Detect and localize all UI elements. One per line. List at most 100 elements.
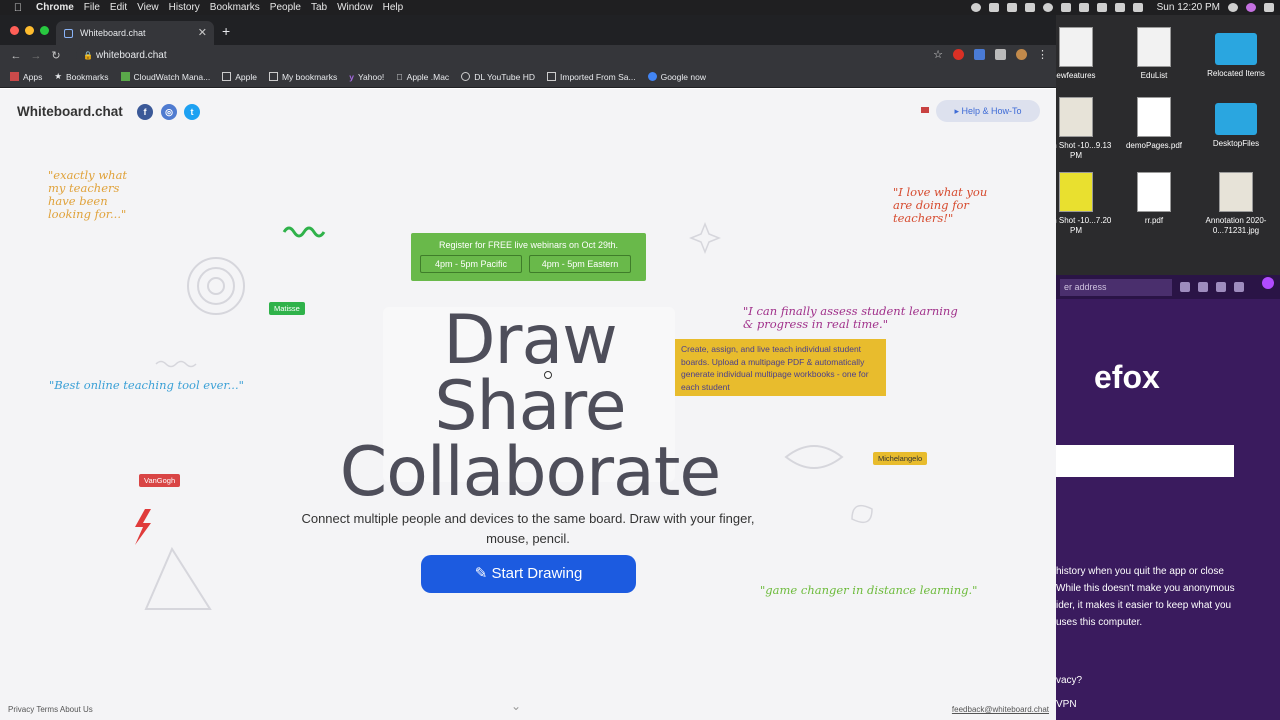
pdf-icon bbox=[1137, 97, 1171, 137]
extension-translate-icon[interactable] bbox=[974, 49, 985, 60]
time-machine-icon[interactable] bbox=[1042, 3, 1053, 12]
minimize-window-button[interactable] bbox=[25, 26, 34, 35]
download-icon bbox=[461, 72, 471, 81]
bluetooth-icon[interactable] bbox=[1060, 3, 1071, 12]
cloud-icon[interactable] bbox=[1006, 3, 1017, 12]
bookmark-apple[interactable]: Apple bbox=[222, 72, 257, 82]
control-center-icon[interactable] bbox=[1264, 3, 1274, 12]
start-drawing-button[interactable]: ✎ Start Drawing bbox=[421, 555, 636, 593]
folder-icon bbox=[222, 72, 232, 81]
hero-subtext: Connect multiple people and devices to t… bbox=[301, 511, 755, 546]
menu-people[interactable]: People bbox=[270, 2, 309, 13]
bookmark-apps[interactable]: Apps bbox=[10, 72, 42, 82]
browser-menu-icon[interactable]: ⋮ bbox=[1037, 48, 1048, 61]
bookmark-star-icon[interactable]: ☆ bbox=[933, 48, 943, 61]
bookmark-bookmarks[interactable]: ★ Bookmarks bbox=[54, 71, 108, 82]
bookmark-yahoo[interactable]: y Yahoo! bbox=[349, 72, 384, 83]
firefox-search-input[interactable] bbox=[1056, 445, 1234, 477]
menu-window[interactable]: Window bbox=[337, 2, 381, 13]
library-icon[interactable] bbox=[1180, 282, 1190, 292]
spiral-doodle-icon bbox=[187, 257, 245, 315]
menu-view[interactable]: View bbox=[137, 2, 167, 13]
desktop-folder-icon[interactable]: DesktopFiles bbox=[1196, 97, 1276, 149]
new-tab-plus-icon[interactable]: + bbox=[222, 23, 230, 39]
bookmark-my-bookmarks[interactable]: My bookmarks bbox=[268, 72, 337, 82]
testimonial-quote: "Best online teaching tool ever..." bbox=[49, 378, 244, 392]
cursor-tag-michelangelo: Michelangelo bbox=[873, 452, 928, 465]
folder-icon bbox=[1215, 33, 1257, 65]
lightning-icon bbox=[135, 509, 151, 545]
menu-tab[interactable]: Tab bbox=[311, 2, 335, 13]
apple-menu-icon[interactable]:  bbox=[0, 2, 36, 14]
profile-avatar-icon[interactable] bbox=[1016, 49, 1027, 60]
siri-icon[interactable] bbox=[1246, 3, 1256, 12]
pdf-icon bbox=[1137, 172, 1171, 212]
menu-help[interactable]: Help bbox=[383, 2, 412, 13]
privacy-link[interactable]: Privacy bbox=[8, 705, 34, 714]
sparkle-doodle-icon bbox=[688, 221, 722, 255]
whiteboard-page: Whiteboard.chat f ◎ t ▸ Help & How-To "e… bbox=[0, 89, 1056, 720]
footer-links: Privacy Terms About Us bbox=[8, 705, 93, 714]
document-icon bbox=[1137, 27, 1171, 67]
webinar-banner: Register for FREE live webinars on Oct 2… bbox=[411, 233, 646, 281]
bookmark-imported[interactable]: Imported From Sa... bbox=[547, 72, 636, 82]
testimonial-quote: "exactly what my teachers have been look… bbox=[48, 168, 128, 221]
folder-icon bbox=[547, 72, 556, 81]
menubar-clock[interactable]: Sun 12:20 PM bbox=[1157, 2, 1220, 13]
feedback-email-link[interactable]: feedback@whiteboard.chat bbox=[952, 705, 1049, 714]
whiteboard-favicon-icon bbox=[64, 28, 73, 38]
webinar-banner-title: Register for FREE live webinars on Oct 2… bbox=[438, 240, 619, 250]
bookmark-google-now[interactable]: Google now bbox=[647, 72, 706, 82]
firefox-vpn-link[interactable]: VPN bbox=[1056, 699, 1077, 710]
extensions-puzzle-icon[interactable] bbox=[995, 49, 1006, 60]
wave-doodle-icon bbox=[155, 360, 197, 368]
menu-history[interactable]: History bbox=[169, 2, 208, 13]
screen-icon[interactable] bbox=[1024, 3, 1035, 12]
bookmarks-bar: Apps ★ Bookmarks CloudWatch Mana... Apple… bbox=[0, 66, 1056, 88]
forward-arrow-icon[interactable]: → bbox=[26, 50, 46, 62]
desktop-file-icon[interactable]: EduList bbox=[1114, 27, 1194, 81]
desktop-file-icon[interactable]: rr.pdf bbox=[1114, 172, 1194, 226]
scroll-down-chevron-icon[interactable]: ⌄ bbox=[511, 699, 521, 713]
bookmark-dl-youtube[interactable]: DL YouTube HD bbox=[461, 72, 535, 82]
account-icon[interactable] bbox=[1216, 282, 1226, 292]
webinar-pacific-button[interactable]: 4pm - 5pm Pacific bbox=[420, 255, 522, 273]
menu-edit[interactable]: Edit bbox=[110, 2, 135, 13]
bookmark-cloudwatch[interactable]: CloudWatch Mana... bbox=[120, 72, 210, 82]
reload-icon[interactable]: ↻ bbox=[46, 49, 66, 62]
wifi-icon[interactable] bbox=[1078, 3, 1089, 12]
tab-whiteboard[interactable]: Whiteboard.chat ✕ bbox=[56, 21, 214, 45]
menu-bookmarks[interactable]: Bookmarks bbox=[210, 2, 268, 13]
menu-file[interactable]: File bbox=[84, 2, 108, 13]
sidebar-icon[interactable] bbox=[1198, 282, 1208, 292]
webinar-eastern-button[interactable]: 4pm - 5pm Eastern bbox=[529, 255, 631, 273]
folder-icon bbox=[268, 72, 278, 81]
testimonial-quote: "game changer in distance learning." bbox=[760, 583, 978, 597]
desktop-file-icon[interactable]: Annotation 2020-0...71231.jpg bbox=[1196, 172, 1276, 236]
close-tab-icon[interactable]: ✕ bbox=[198, 26, 207, 39]
terms-link[interactable]: Terms bbox=[36, 705, 58, 714]
leaf-doodle-icon bbox=[851, 504, 873, 524]
dropbox-icon[interactable] bbox=[988, 3, 999, 12]
bookmark-apple-mac[interactable]: Apple .Mac bbox=[396, 72, 449, 82]
record-icon[interactable] bbox=[970, 3, 981, 12]
desktop-folder-icon[interactable]: Relocated Items bbox=[1196, 27, 1276, 79]
battery-icon[interactable] bbox=[1132, 3, 1143, 12]
menu-app-chrome[interactable]: Chrome bbox=[36, 2, 82, 13]
close-window-button[interactable] bbox=[10, 26, 19, 35]
start-drawing-label: Start Drawing bbox=[491, 565, 583, 582]
firefox-address-bar[interactable]: er address bbox=[1060, 278, 1172, 296]
desktop-file-icon[interactable]: demoPages.pdf bbox=[1114, 97, 1194, 151]
firefox-privacy-link[interactable]: vacy? bbox=[1056, 675, 1082, 686]
volume-icon[interactable] bbox=[1114, 3, 1125, 12]
apps-grid-icon bbox=[10, 72, 19, 81]
menu-icon[interactable] bbox=[1234, 282, 1244, 292]
zoom-window-button[interactable] bbox=[40, 26, 49, 35]
about-link[interactable]: About Us bbox=[60, 705, 93, 714]
eject-icon[interactable] bbox=[1096, 3, 1107, 12]
back-arrow-icon[interactable]: ← bbox=[6, 50, 26, 62]
link-icon: ✎ bbox=[474, 565, 492, 582]
spotlight-icon[interactable] bbox=[1228, 3, 1238, 12]
extension-red-icon[interactable] bbox=[953, 49, 964, 60]
address-bar[interactable]: 🔒 whiteboard.chat bbox=[76, 46, 942, 65]
